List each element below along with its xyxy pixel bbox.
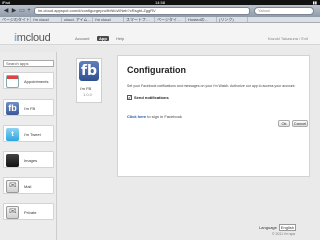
checkbox-box[interactable]: ✓ [127, 95, 132, 100]
app-item-appointments[interactable]: Appointments [3, 72, 54, 89]
logo-text: mcloud [16, 32, 51, 44]
bookmark-item[interactable]: スマートフ… [124, 17, 155, 22]
app-label: i'm FB [24, 106, 36, 111]
ok-button[interactable]: Ok [278, 120, 290, 127]
app-item-images[interactable]: Images [3, 151, 54, 168]
bookmark-item[interactable]: ページタイ… [155, 17, 186, 22]
bookmark-item[interactable]: i'm cloud [93, 17, 124, 22]
checkbox-label: Send notifications [134, 95, 169, 100]
cancel-button[interactable]: Cancel [292, 120, 308, 127]
forward-button[interactable]: ▶ [10, 7, 18, 15]
copyright: © 2011 i'm spa [271, 232, 295, 236]
url-field[interactable]: im-cloud.appspot.com/#/configurgepro/fbN… [34, 7, 250, 15]
calendar-icon [6, 75, 19, 88]
tab-account[interactable]: Account [75, 36, 89, 41]
bookmark-item[interactable]: (リンク) [217, 17, 248, 22]
facebook-signin-note: Click here to sign in Facebook [127, 114, 182, 119]
app-label: Mail [24, 184, 32, 189]
mail-icon [6, 180, 19, 193]
app-label: Appointments [24, 79, 49, 84]
app-item-private[interactable]: Private [3, 203, 54, 220]
image-icon [6, 154, 19, 167]
facebook-icon: fb [79, 61, 99, 81]
facebook-signin-link[interactable]: Click here [127, 114, 146, 119]
app-card-name: i'm FB [80, 86, 92, 91]
bookmark-item[interactable]: i'm cloud [31, 17, 62, 22]
config-description: Set your Facebook notifications and mess… [127, 84, 296, 88]
bookmark-item[interactable]: cloud. アイム… [62, 17, 93, 22]
configuration-panel: Configuration Set your Facebook notifica… [117, 55, 310, 177]
tab-help[interactable]: Help [116, 36, 124, 41]
bookmark-item[interactable]: Hostedの… [186, 17, 217, 22]
signin-suffix: to sign in Facebook [146, 114, 182, 119]
search-apps-input[interactable]: Search apps [3, 60, 54, 67]
app-item-im-tweet[interactable]: t i'm Tweet [3, 125, 54, 142]
browser-search-field[interactable]: Yahoo! [254, 7, 314, 15]
main-content: fb i'm FB 1.0.0 Configuration Set your F… [57, 45, 320, 240]
facebook-icon: fb [6, 102, 19, 115]
app-label: i'm Tweet [24, 132, 41, 137]
bookmark-item[interactable]: ページのタイト… [0, 17, 31, 22]
add-bookmark-icon[interactable]: + [25, 7, 33, 15]
language-selector: Language English [259, 224, 296, 231]
app-header: imcloud Account App Help Kazuki Takasuna… [0, 23, 320, 45]
language-select[interactable]: English [278, 224, 296, 231]
app-item-mail[interactable]: Mail [3, 177, 54, 194]
twitter-icon: t [6, 128, 19, 141]
app-sidebar: Search apps Appointments fb i'm FB t i'm… [0, 52, 57, 240]
tab-app[interactable]: App [97, 36, 109, 41]
selected-app-card[interactable]: fb i'm FB 1.0.0 [76, 58, 102, 103]
send-notifications-checkbox[interactable]: ✓ Send notifications [127, 95, 169, 100]
app-label: Images [24, 158, 38, 163]
imcloud-logo[interactable]: imcloud [14, 32, 51, 44]
app-label: Private [24, 210, 37, 215]
back-button[interactable]: ◀ [2, 7, 10, 15]
language-label: Language [259, 225, 277, 230]
lock-icon [6, 206, 19, 219]
app-item-im-fb[interactable]: fb i'm FB [3, 99, 54, 116]
page-title: Configuration [127, 65, 186, 75]
user-exit-link[interactable]: Kazuki Takasuna / Exit [268, 36, 308, 41]
browser-toolbar: ◀ ▶ ▭ + im-cloud.appspot.com/#/configurg… [0, 5, 320, 17]
app-card-version: 1.0.0 [83, 92, 92, 97]
